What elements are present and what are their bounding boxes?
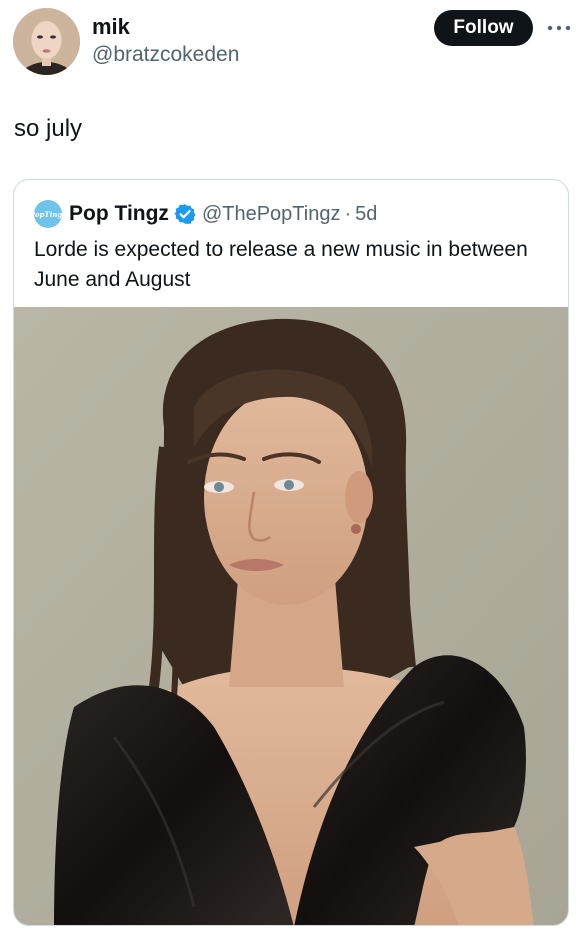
quoted-author-name[interactable]: Pop Tingz (69, 202, 169, 226)
author-display-name[interactable]: mik (92, 14, 130, 40)
quoted-tweet-text: Lorde is expected to release a new music… (34, 238, 528, 291)
tweet-text: so july (14, 115, 83, 142)
quoted-tweet-time[interactable]: 5d (355, 203, 377, 226)
pop-tingz-logo[interactable]: Pop Tingz (30, 200, 66, 228)
quoted-tweet-card[interactable]: Pop Tingz Pop Tingz @ThePopTingz · 5d Lo… (13, 179, 569, 926)
quoted-tweet-photo[interactable] (14, 307, 568, 925)
quoted-author-handle[interactable]: @ThePopTingz (202, 203, 341, 226)
avatar[interactable] (13, 8, 80, 75)
follow-button[interactable]: Follow (434, 10, 533, 46)
verified-badge-icon (174, 204, 196, 224)
separator-dot: · (344, 202, 352, 225)
author-handle[interactable]: @bratzcokeden (92, 42, 239, 68)
quoted-tweet-header: Pop Tingz Pop Tingz @ThePopTingz · 5d (30, 200, 377, 228)
more-dots-icon[interactable] (544, 14, 574, 42)
